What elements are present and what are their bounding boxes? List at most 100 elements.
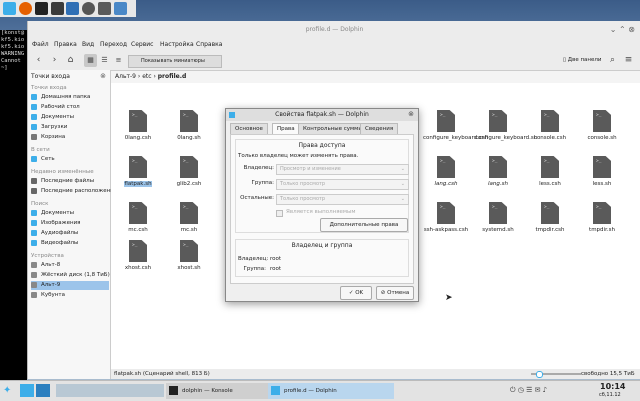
file-item[interactable]: mc.csh [115, 202, 161, 233]
split-view-button[interactable]: ▯ Две панели [563, 55, 603, 66]
file-item-selected[interactable]: flatpak.sh [115, 156, 161, 187]
vlc-icon[interactable] [66, 2, 79, 15]
group-perm-label: Группа: [251, 180, 274, 186]
desktop-pager-icon[interactable] [20, 384, 34, 397]
cancel-button[interactable]: ⊘ Отмена [376, 286, 414, 300]
dialog-title: Свойства flatpak.sh — Dolphin [226, 109, 418, 121]
app-menu-icon[interactable]: ✦ [3, 384, 16, 397]
file-item[interactable]: 0lang.csh [115, 110, 161, 141]
sidebar-item-images[interactable]: Изображения [31, 219, 109, 228]
executable-checkbox[interactable] [276, 210, 283, 217]
file-item[interactable]: configure_keyboard.sh [475, 110, 537, 141]
file-item[interactable]: tmpdir.sh [579, 202, 625, 233]
sidebar-item-audio[interactable]: Аудиофайлы [31, 229, 109, 238]
window-controls-icon[interactable]: ⌄ ⌃ ⊗ [610, 25, 635, 34]
app-launcher-icon[interactable] [3, 2, 16, 15]
file-item[interactable]: mc.sh [166, 202, 212, 233]
files-icon[interactable] [36, 384, 50, 397]
file-item[interactable]: lang.csh [423, 156, 469, 187]
sidebar-item-search-documents[interactable]: Документы [31, 209, 109, 218]
file-item[interactable]: less.csh [527, 156, 573, 187]
menu-settings[interactable]: Настройка [160, 41, 194, 48]
zoom-slider[interactable] [531, 371, 581, 378]
sidebar-item-label: Кубунта [41, 292, 65, 298]
sidebar-item-alt8[interactable]: Альт-8 [31, 261, 109, 270]
sidebar-item-home[interactable]: Домашняя папка [31, 93, 109, 102]
sidebar-item-recent-locations[interactable]: Последние расположения [31, 187, 117, 196]
menu-file[interactable]: Файл [32, 41, 49, 48]
sidebar-item-hdd[interactable]: Жёсткий диск (1,8 ТиБ) [31, 271, 110, 280]
sidebar-item-trash[interactable]: Корзина [31, 133, 109, 142]
dialog-close-icon[interactable]: ⊗ [408, 110, 414, 118]
home-icon[interactable]: ⌂ [64, 54, 77, 67]
sidebar-item-recent-files[interactable]: Последние файлы [31, 177, 109, 186]
file-item[interactable]: ssh-askpass.csh [423, 202, 469, 233]
app-icon[interactable] [51, 2, 64, 15]
drive-icon [31, 281, 37, 288]
menu-tools[interactable]: Сервис [131, 41, 153, 48]
hamburger-menu-icon[interactable]: ≡ [622, 54, 635, 67]
konsole-line: ~] [1, 65, 8, 71]
script-file-icon [180, 240, 198, 262]
firefox-icon[interactable] [19, 2, 32, 15]
clock-time[interactable]: 10:14 [600, 382, 625, 391]
devices-header: Устройства [31, 253, 64, 259]
breadcrumb-item[interactable]: etc [142, 73, 151, 80]
group-perm-select[interactable]: Только просмотр ⌄ [276, 179, 409, 190]
sidebar-item-documents[interactable]: Документы [31, 113, 109, 122]
icons-view-icon[interactable]: ▦ [84, 54, 97, 67]
script-file-icon [180, 110, 198, 132]
places-panel-title: Точки входа [31, 73, 70, 80]
compact-view-icon[interactable]: ☰ [98, 54, 111, 67]
file-item[interactable]: xhost.csh [115, 240, 161, 271]
file-item[interactable]: configure_keyboard.csh [423, 110, 488, 141]
sidebar-item-desktop[interactable]: Рабочий стол [31, 103, 109, 112]
breadcrumb-item[interactable]: profile.d [158, 73, 187, 80]
menu-go[interactable]: Переход [100, 41, 127, 48]
close-panel-icon[interactable]: ⊗ [100, 72, 106, 80]
file-item[interactable]: lang.sh [475, 156, 521, 187]
settings-icon[interactable] [82, 2, 95, 15]
sidebar-item-downloads[interactable]: Загрузки [31, 123, 109, 132]
pager[interactable] [56, 384, 164, 397]
script-file-icon [593, 156, 611, 178]
owner-line-label: Владелец: [238, 256, 269, 262]
file-item[interactable]: console.sh [579, 110, 625, 141]
task-konsole[interactable]: dolphin — Konsole [166, 383, 282, 399]
terminal-icon[interactable] [35, 2, 48, 15]
tray-icons[interactable]: ⏻ ◷ ☰ ✉ ♪ [510, 386, 547, 395]
sidebar-item-video[interactable]: Видеофайлы [31, 239, 109, 248]
sidebar-item-kubuntu[interactable]: Кубунта [31, 291, 109, 300]
file-item[interactable]: xhost.sh [166, 240, 212, 271]
documents-folder-icon [31, 113, 37, 120]
konsole-window[interactable]: [konst@ kf5.kio kf5.kio WARNING Cannot ~… [0, 30, 27, 390]
forward-icon[interactable]: › [48, 54, 61, 67]
file-item[interactable]: glib2.csh [166, 156, 212, 187]
others-perm-select[interactable]: Только просмотр ⌄ [276, 194, 409, 205]
file-item[interactable]: tmpdir.csh [527, 202, 573, 233]
owner-perm-select[interactable]: Просмотр и изменение ⌄ [276, 164, 409, 175]
search-header: Поиск [31, 201, 49, 207]
monitor-icon[interactable] [114, 2, 127, 15]
sidebar-item-network[interactable]: Сеть [31, 155, 109, 164]
sidebar-item-alt9[interactable]: Альт-9 [31, 281, 109, 290]
back-icon[interactable]: ‹ [32, 54, 45, 67]
breadcrumb-item[interactable]: Альт-9 [115, 73, 136, 80]
task-dolphin[interactable]: profile.d — Dolphin [268, 383, 394, 399]
file-item[interactable]: console.csh [527, 110, 573, 141]
files-icon[interactable] [98, 2, 111, 15]
menu-view[interactable]: Вид [82, 41, 94, 48]
show-preview-button[interactable]: Показывать миниатюры [128, 55, 222, 68]
menu-edit[interactable]: Правка [54, 41, 77, 48]
file-item[interactable]: 0lang.sh [166, 110, 212, 141]
menu-help[interactable]: Справка [196, 41, 222, 48]
advanced-permissions-button[interactable]: Дополнительные права [320, 218, 408, 232]
ok-button[interactable]: ✓ OK [340, 286, 372, 300]
search-icon[interactable]: ⌕ [606, 54, 619, 67]
file-item[interactable]: systemd.sh [475, 202, 521, 233]
trash-icon [31, 133, 37, 140]
zoom-slider-handle[interactable] [536, 371, 543, 378]
show-preview-label: Показывать миниатюры [141, 58, 205, 64]
file-item[interactable]: less.sh [579, 156, 625, 187]
details-view-icon[interactable]: ≡ [112, 54, 125, 67]
